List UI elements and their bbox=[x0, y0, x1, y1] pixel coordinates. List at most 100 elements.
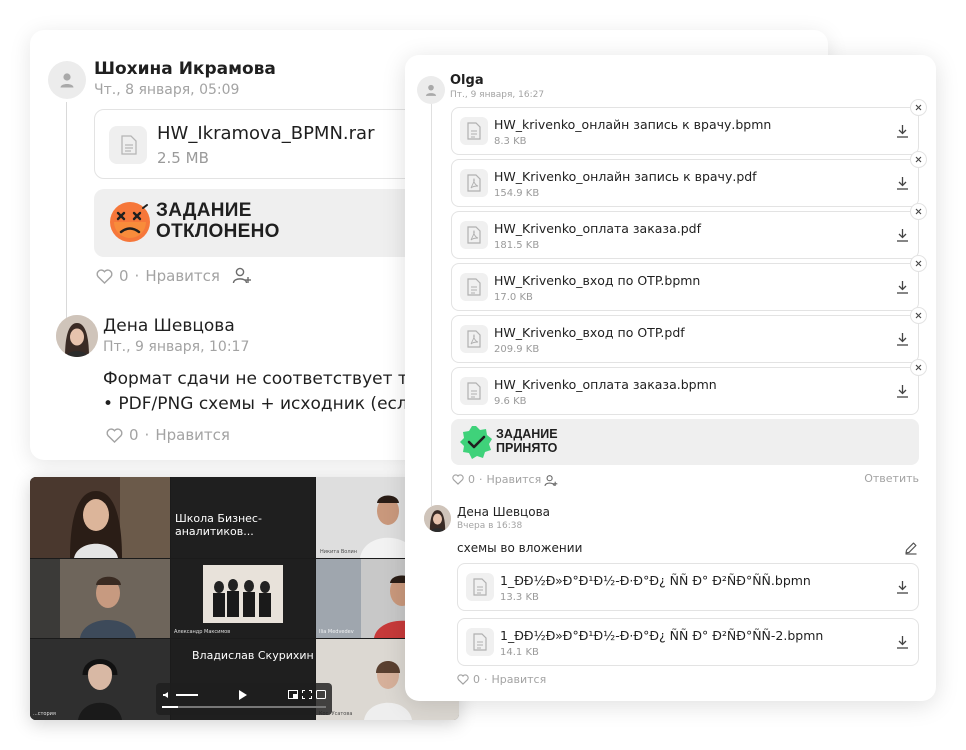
file-attachment[interactable]: HW_Krivenko_оплата заказа.bpmn 9.6 KB bbox=[451, 359, 927, 415]
file-attachment[interactable]: 1_ÐÐ½Ð»Ð°Ð¹Ð½-Ð·Ð°Ð¿ ÑÑ Ð° Ð²ÑÐ°ÑÑ.bpmn 1… bbox=[457, 563, 919, 611]
screen-share-tile: Школа Бизнес-аналитиков... bbox=[171, 477, 315, 558]
file-name: HW_Ikramova_BPMN.rar bbox=[157, 123, 375, 144]
like-dot: · bbox=[479, 473, 483, 486]
file-icon bbox=[460, 273, 488, 301]
comment-text: схемы во вложении bbox=[457, 541, 583, 555]
author-name[interactable]: Дена Шевцова bbox=[457, 505, 550, 519]
author-name[interactable]: Дена Шевцова bbox=[103, 316, 235, 336]
file-icon bbox=[460, 377, 488, 405]
file-name: HW_Krivenko_вход по OTP.pdf bbox=[494, 325, 685, 340]
heart-icon bbox=[457, 674, 469, 685]
remove-file-icon[interactable] bbox=[910, 307, 927, 324]
volume-icon[interactable] bbox=[162, 690, 172, 700]
participant-tile bbox=[30, 477, 170, 558]
status-text: ЗАДАНИЕ ПРИНЯТО bbox=[496, 427, 558, 455]
participant-name: Никита Волин bbox=[320, 549, 358, 555]
remove-file-icon[interactable] bbox=[910, 359, 927, 376]
heart-icon bbox=[452, 474, 464, 485]
checkmark-badge-icon bbox=[459, 425, 493, 459]
download-icon[interactable] bbox=[896, 580, 909, 594]
volume-slider[interactable] bbox=[176, 694, 198, 696]
like-count: 0 bbox=[119, 267, 129, 285]
play-icon[interactable] bbox=[238, 689, 248, 701]
author-name[interactable]: Шохина Икрамова bbox=[94, 59, 276, 79]
like-label: Нравится bbox=[486, 473, 542, 486]
avatar[interactable] bbox=[56, 315, 98, 357]
file-attachment[interactable]: HW_Krivenko_вход по OTP.pdf 209.9 KB bbox=[451, 307, 927, 363]
speaker-tile: Александр Максимов bbox=[171, 559, 315, 638]
participant-name: Александр Максимов bbox=[174, 629, 231, 635]
file-name: 1_ÐÐ½Ð»Ð°Ð¹Ð½-Ð·Ð°Ð¿ ÑÑ Ð° Ð²ÑÐ°ÑÑ.bpmn bbox=[500, 573, 811, 588]
progress-bar[interactable] bbox=[162, 706, 326, 708]
avatar-placeholder-icon[interactable] bbox=[417, 76, 445, 104]
file-attachment[interactable]: HW_Krivenko_онлайн запись к врачу.pdf 154… bbox=[451, 151, 927, 207]
download-icon[interactable] bbox=[896, 124, 909, 138]
file-size: 14.1 KB bbox=[500, 647, 539, 658]
add-user-icon[interactable] bbox=[232, 266, 252, 290]
file-size: 13.3 KB bbox=[500, 592, 539, 603]
status-text: ЗАДАНИЕ ОТКЛОНЕНО bbox=[156, 200, 280, 242]
file-icon bbox=[460, 117, 488, 145]
file-size: 181.5 KB bbox=[494, 240, 540, 251]
comment-card-front: Olga Пт., 9 января, 16:27 HW_krivenko_он… bbox=[405, 55, 936, 701]
like-count: 0 bbox=[129, 426, 139, 444]
download-icon[interactable] bbox=[896, 176, 909, 190]
like-dot: · bbox=[134, 267, 140, 285]
like-button[interactable]: 0 · Нравится bbox=[457, 673, 546, 686]
sad-face-icon bbox=[106, 198, 154, 246]
reply-button[interactable]: Ответить bbox=[864, 472, 919, 485]
download-icon[interactable] bbox=[896, 280, 909, 294]
video-call-preview[interactable]: Школа Бизнес-аналитиков... Никита Волин … bbox=[30, 477, 459, 720]
file-icon bbox=[466, 628, 494, 656]
pdf-file-icon bbox=[460, 169, 488, 197]
participant-tile bbox=[30, 559, 170, 638]
like-dot: · bbox=[484, 673, 488, 686]
remove-file-icon[interactable] bbox=[910, 255, 927, 272]
file-attachment[interactable]: HW_krivenko_онлайн запись к врачу.bpmn 8.… bbox=[451, 99, 927, 155]
file-size: 8.3 KB bbox=[494, 136, 527, 147]
file-attachment[interactable]: HW_Krivenko_вход по OTP.bpmn 17.0 KB bbox=[451, 255, 927, 311]
status-line-2: ПРИНЯТО bbox=[496, 441, 558, 455]
pip-icon[interactable] bbox=[288, 690, 298, 699]
download-icon[interactable] bbox=[896, 228, 909, 242]
file-attachment[interactable]: 1_ÐÐ½Ð»Ð°Ð¹Ð½-Ð·Ð°Ð¿ ÑÑ Ð° Ð²ÑÐ°ÑÑ-2.bpm… bbox=[457, 618, 919, 666]
file-name: HW_Krivenko_оплата заказа.pdf bbox=[494, 221, 701, 236]
like-button[interactable]: 0 · Нравится bbox=[452, 473, 541, 486]
like-button[interactable]: 0 · Нравится bbox=[96, 267, 220, 285]
pdf-file-icon bbox=[460, 325, 488, 353]
avatar-placeholder-icon[interactable] bbox=[48, 61, 86, 99]
file-attachment[interactable]: HW_Krivenko_оплата заказа.pdf 181.5 KB bbox=[451, 203, 927, 259]
post-date: Чт., 8 января, 05:09 bbox=[94, 82, 240, 98]
fullscreen-icon[interactable] bbox=[302, 690, 312, 699]
file-size: 2.5 MB bbox=[157, 149, 209, 167]
download-icon[interactable] bbox=[896, 384, 909, 398]
file-name: HW_krivenko_онлайн запись к врачу.bpmn bbox=[494, 117, 772, 132]
meeting-title: Школа Бизнес-аналитиков... bbox=[175, 512, 262, 538]
like-count: 0 bbox=[473, 673, 480, 686]
avatar[interactable] bbox=[424, 505, 451, 532]
download-icon[interactable] bbox=[896, 332, 909, 346]
status-line-1: ЗАДАНИЕ bbox=[156, 200, 252, 221]
author-name[interactable]: Olga bbox=[450, 73, 484, 88]
video-controls[interactable] bbox=[156, 683, 332, 715]
like-button[interactable]: 0 · Нравится bbox=[106, 426, 230, 444]
file-size: 209.9 KB bbox=[494, 344, 540, 355]
file-size: 17.0 KB bbox=[494, 292, 533, 303]
file-name: 1_ÐÐ½Ð»Ð°Ð¹Ð½-Ð·Ð°Ð¿ ÑÑ Ð° Ð²ÑÐ°ÑÑ-2.bpm… bbox=[500, 628, 824, 643]
thread-line bbox=[66, 102, 67, 342]
participant-tile: ...стория bbox=[30, 639, 170, 720]
heart-icon bbox=[106, 427, 123, 443]
edit-pencil-icon[interactable] bbox=[904, 540, 918, 559]
remove-file-icon[interactable] bbox=[910, 99, 927, 116]
heart-icon bbox=[96, 268, 113, 284]
remove-file-icon[interactable] bbox=[910, 203, 927, 220]
remove-file-icon[interactable] bbox=[910, 151, 927, 168]
like-label: Нравится bbox=[145, 267, 220, 285]
status-line-1: ЗАДАНИЕ bbox=[496, 427, 558, 441]
participant-name: ...стория bbox=[33, 711, 56, 717]
add-user-icon[interactable] bbox=[544, 473, 558, 492]
like-count: 0 bbox=[468, 473, 475, 486]
post-date: Пт., 9 января, 16:27 bbox=[450, 90, 545, 100]
speed-icon[interactable] bbox=[316, 690, 326, 699]
download-icon[interactable] bbox=[896, 635, 909, 649]
